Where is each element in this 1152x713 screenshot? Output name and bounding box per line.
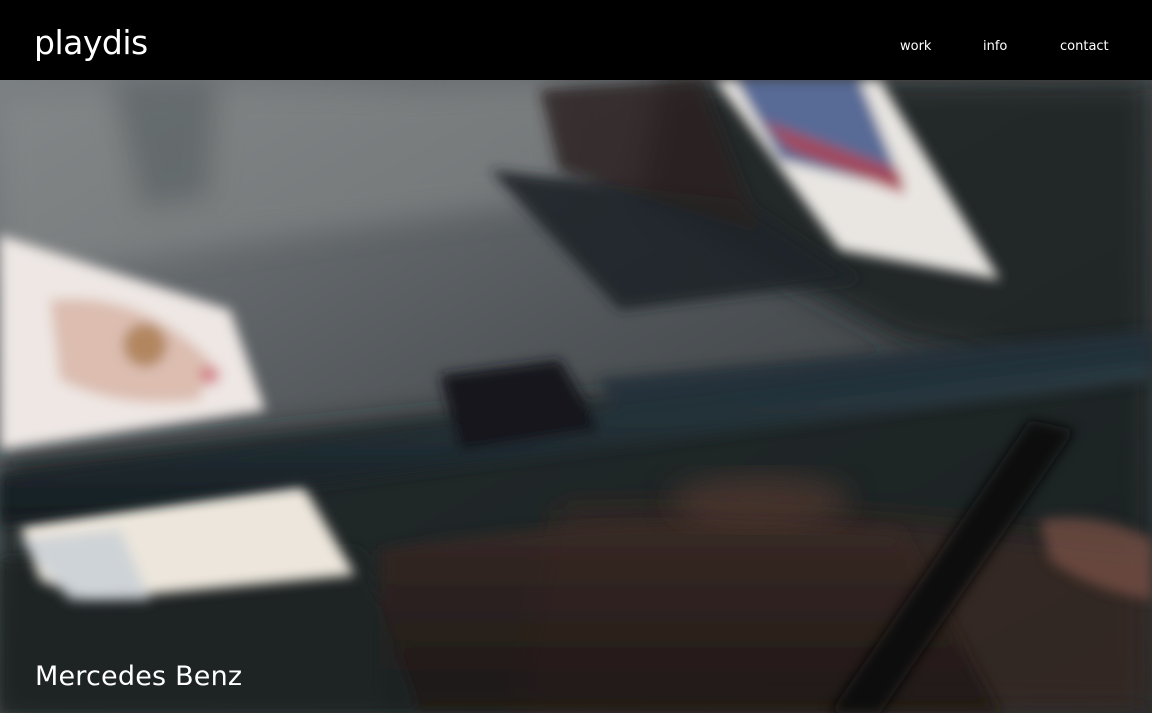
playdis-logo[interactable]: playdis xyxy=(34,23,148,63)
project-title[interactable]: Mercedes Benz xyxy=(35,660,242,694)
site-header: playdis work info contact xyxy=(0,0,1152,80)
nav-link-info[interactable]: info xyxy=(983,38,1007,56)
hero-video-still xyxy=(0,80,1152,713)
hero-video-frame[interactable] xyxy=(0,80,1152,713)
nav-link-work[interactable]: work xyxy=(900,38,931,56)
nav-link-contact[interactable]: contact xyxy=(1060,38,1109,56)
page: playdis work info contact Mercedes Benz xyxy=(0,0,1152,713)
